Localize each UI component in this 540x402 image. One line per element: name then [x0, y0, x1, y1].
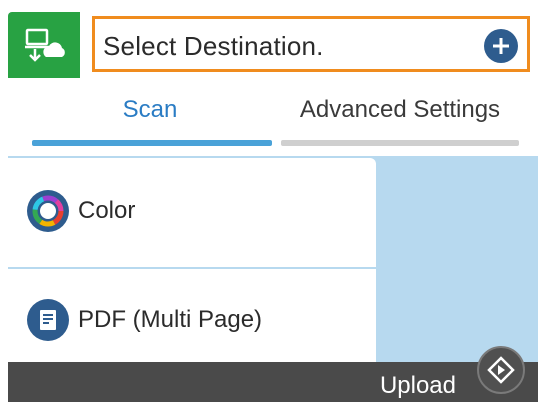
pdf-document-icon: [27, 299, 69, 341]
scan-to-cloud-icon: [8, 12, 80, 78]
destination-field[interactable]: Select Destination.: [92, 16, 530, 72]
destination-placeholder: Select Destination.: [103, 31, 324, 61]
tab-scan-indicator: [32, 140, 272, 146]
list-item-pdf-multi-page[interactable]: PDF (Multi Page): [8, 270, 376, 370]
list-item-label: Color: [78, 197, 136, 224]
tab-advanced-settings[interactable]: Advanced Settings: [282, 96, 518, 132]
color-wheel-icon: [27, 190, 69, 232]
plus-icon[interactable]: [484, 29, 518, 63]
footer-bar: Upload: [8, 362, 538, 402]
tab-advanced-settings-indicator: [281, 140, 519, 146]
list-item-color[interactable]: Color: [8, 161, 376, 261]
upload-label: Upload: [379, 372, 456, 399]
scan-to-cloud-screen: Select Destination. Scan Advanced Settin…: [0, 0, 540, 402]
list-item-label: PDF (Multi Page): [78, 306, 263, 333]
tab-scan[interactable]: Scan: [30, 96, 270, 132]
start-diamond-icon[interactable]: [477, 346, 525, 394]
list-divider: [8, 267, 376, 269]
